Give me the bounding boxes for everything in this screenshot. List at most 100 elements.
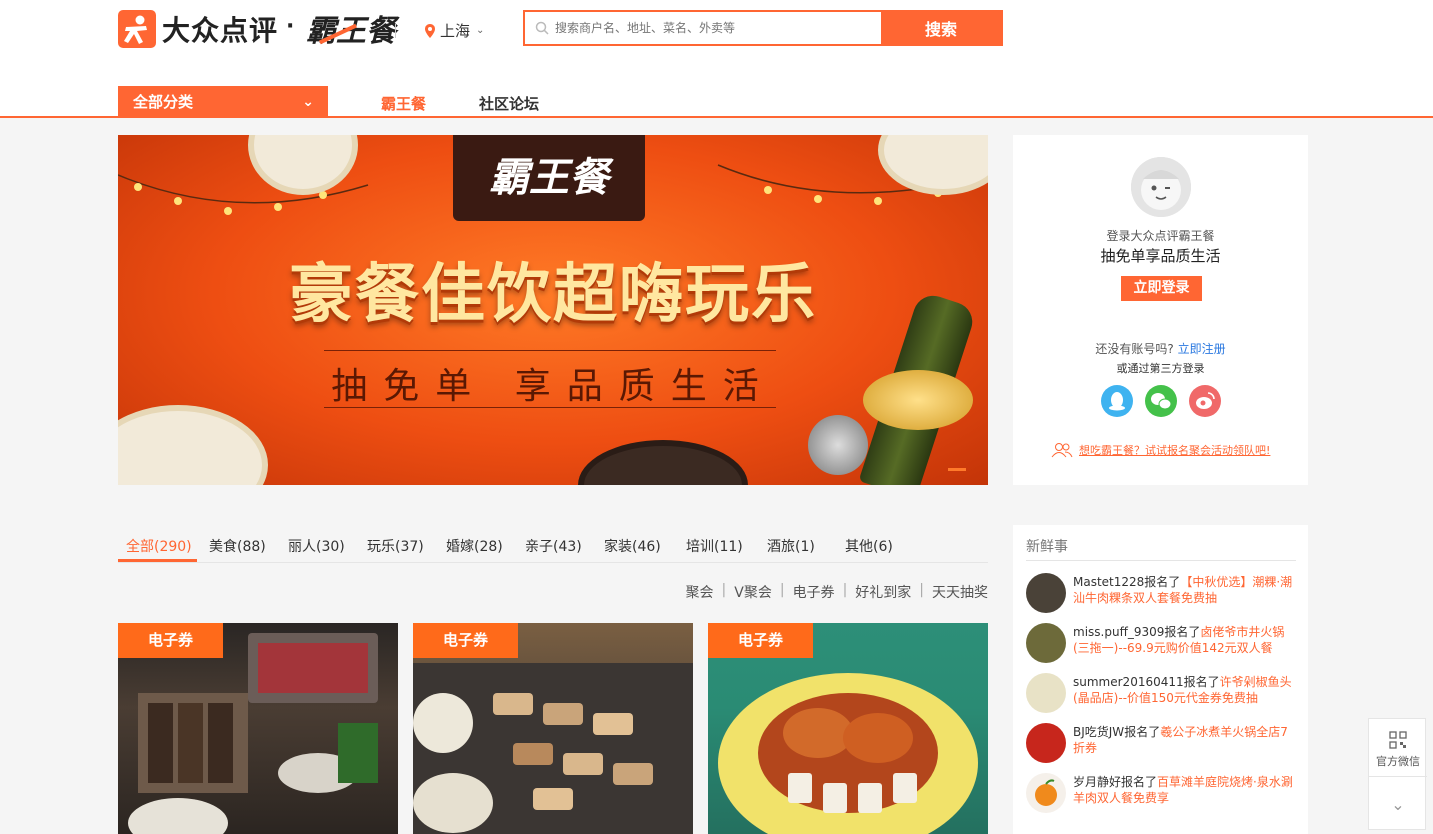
news-item[interactable]: miss.puff_9309报名了卤佬爷市井火锅(三拖一)--69.9元购价值1… xyxy=(1026,623,1296,667)
banner-bawangcan-sign: 霸王餐 xyxy=(453,135,645,221)
all-categories-menu[interactable]: 全部分类 ⌄ xyxy=(118,86,328,118)
no-account-text: 还没有账号吗? xyxy=(1095,342,1174,356)
third-party-login-label: 或通过第三方登录 xyxy=(1116,362,1205,375)
gift-bow-decoration xyxy=(863,370,973,430)
city-name: 上海 xyxy=(440,22,471,40)
banner-headline: 豪餐佳饮超嗨玩乐 xyxy=(289,258,817,332)
user-avatar xyxy=(1026,723,1066,763)
filter-separator: | xyxy=(842,582,848,598)
news-user[interactable]: summer20160411 xyxy=(1073,675,1184,689)
filter-party[interactable]: 聚会 xyxy=(686,582,714,602)
header-divider xyxy=(395,24,396,38)
login-prompt-line2: 抽免单享品质生活 xyxy=(1100,247,1221,265)
tab-other[interactable]: 其他(6) xyxy=(845,536,893,556)
deal-card[interactable]: 电子券 xyxy=(708,623,988,834)
tab-wedding[interactable]: 婚嫁(28) xyxy=(446,536,503,556)
register-link[interactable]: 立即注册 xyxy=(1178,342,1226,356)
news-action: 报名了 xyxy=(1144,575,1181,589)
news-feed-panel: 新鲜事 Mastet1228报名了【中秋优选】潮粿·潮汕牛肉粿条双人套餐免费抽 … xyxy=(1013,525,1308,834)
deal-card[interactable]: 电子券 xyxy=(413,623,693,834)
news-item-text: Mastet1228报名了【中秋优选】潮粿·潮汕牛肉粿条双人套餐免费抽 xyxy=(1073,574,1298,606)
scroll-down-chevron-icon[interactable]: ⌄ xyxy=(1369,779,1427,831)
tab-food[interactable]: 美食(88) xyxy=(209,536,266,556)
tab-travel[interactable]: 酒旅(1) xyxy=(767,536,815,556)
news-user[interactable]: BJ吃货JW xyxy=(1073,725,1124,739)
qr-code-icon xyxy=(1389,731,1407,749)
group-leader-tip-text: 想吃霸王餐？试试报名聚会活动领队吧! xyxy=(1079,444,1271,457)
search-button[interactable]: 搜索 xyxy=(881,12,1001,44)
news-user[interactable]: 岁月静好 xyxy=(1073,775,1121,789)
plate-decoration xyxy=(118,405,268,485)
banner-subline: 抽免单 享品质生活 xyxy=(331,366,775,407)
category-tabs: 全部(290) 美食(88) 丽人(30) 玩乐(37) 婚嫁(28) 亲子(4… xyxy=(118,533,988,563)
news-user[interactable]: Mastet1228 xyxy=(1073,575,1144,589)
divider xyxy=(1026,560,1296,561)
user-avatar xyxy=(1026,673,1066,713)
chevron-down-icon: ⌄ xyxy=(476,25,485,36)
news-item-text: BJ吃货JW报名了羲公子冰煮羊火锅全店7折券 xyxy=(1073,724,1298,756)
register-prompt: 还没有账号吗? 立即注册 xyxy=(1013,340,1308,357)
logo-bawangcan[interactable]: 霸王餐 xyxy=(306,6,396,50)
deal-card[interactable]: 电子券 xyxy=(118,623,398,834)
news-feed-title: 新鲜事 xyxy=(1026,539,1068,555)
search-box[interactable] xyxy=(525,12,881,44)
news-action: 报名了 xyxy=(1183,675,1220,689)
chevron-down-icon: ⌄ xyxy=(302,94,314,110)
news-item-text: miss.puff_9309报名了卤佬爷市井火锅(三拖一)--69.9元购价值1… xyxy=(1073,624,1298,656)
filter-v-party[interactable]: V聚会 xyxy=(734,582,772,602)
e-voucher-badge: 电子券 xyxy=(413,623,518,658)
news-user[interactable]: miss.puff_9309 xyxy=(1073,625,1164,639)
city-selector[interactable]: 上海 ⌄ xyxy=(424,20,484,41)
filter-separator: | xyxy=(721,582,727,598)
logo-dot: · xyxy=(286,14,295,39)
official-wechat-button[interactable]: 官方微信 xyxy=(1369,719,1427,777)
news-item[interactable]: 岁月静好报名了百草滩羊庭院烧烤·泉水涮羊肉双人餐免费享 xyxy=(1026,773,1296,817)
dianping-logo-icon[interactable] xyxy=(118,10,156,48)
tab-all[interactable]: 全部(290) xyxy=(126,536,192,556)
orange-fruit-icon xyxy=(1035,779,1057,806)
tab-family[interactable]: 亲子(43) xyxy=(525,536,582,556)
user-avatar xyxy=(1026,773,1066,813)
tab-training[interactable]: 培训(11) xyxy=(686,536,743,556)
microphone-decoration xyxy=(808,415,868,475)
promo-banner[interactable]: 霸王餐 豪餐佳饮超嗨玩乐 抽免单 享品质生活 xyxy=(118,135,988,485)
filter-links: 聚会 | V聚会 | 电子券 | 好礼到家 | 天天抽奖 xyxy=(686,582,988,602)
wechat-login-icon[interactable] xyxy=(1145,385,1177,417)
news-item-text: summer20160411报名了许爷剁椒鱼头(晶品店)--价值150元代金券免… xyxy=(1073,674,1298,706)
search-icon xyxy=(535,21,549,35)
nav-bawangcan[interactable]: 霸王餐 xyxy=(381,93,426,114)
banner-rule-top xyxy=(324,350,776,351)
active-tab-underline xyxy=(118,559,197,562)
qq-login-icon[interactable] xyxy=(1101,385,1133,417)
filter-separator: | xyxy=(779,582,785,598)
news-item[interactable]: BJ吃货JW报名了羲公子冰煮羊火锅全店7折券 xyxy=(1026,723,1296,767)
nav-community-forum[interactable]: 社区论坛 xyxy=(479,93,539,114)
login-button[interactable]: 立即登录 xyxy=(1121,276,1202,301)
user-avatar xyxy=(1026,573,1066,613)
filter-gift-delivery[interactable]: 好礼到家 xyxy=(855,582,911,602)
news-action: 报名了 xyxy=(1121,775,1158,789)
news-item[interactable]: Mastet1228报名了【中秋优选】潮粿·潮汕牛肉粿条双人套餐免费抽 xyxy=(1026,573,1296,617)
filter-separator: | xyxy=(919,582,924,598)
carousel-indicator[interactable] xyxy=(948,468,966,471)
user-avatar xyxy=(1026,623,1066,663)
people-group-icon xyxy=(1051,443,1073,458)
e-voucher-badge: 电子券 xyxy=(118,623,223,658)
filter-daily-draw[interactable]: 天天抽奖 xyxy=(932,582,988,602)
floating-widget: 官方微信 ⌄ xyxy=(1368,718,1427,831)
logo-text[interactable]: 大众点评 xyxy=(162,9,278,49)
news-item[interactable]: summer20160411报名了许爷剁椒鱼头(晶品店)--价值150元代金券免… xyxy=(1026,673,1296,717)
filter-e-voucher[interactable]: 电子券 xyxy=(793,582,835,602)
default-avatar-icon xyxy=(1131,157,1191,217)
weibo-login-icon[interactable] xyxy=(1189,385,1221,417)
login-prompt-line1: 登录大众点评霸王餐 xyxy=(1106,229,1215,243)
tab-beauty[interactable]: 丽人(30) xyxy=(288,536,345,556)
news-item-text: 岁月静好报名了百草滩羊庭院烧烤·泉水涮羊肉双人餐免费享 xyxy=(1073,774,1298,806)
e-voucher-badge: 电子券 xyxy=(708,623,813,658)
lobster-dish-decoration xyxy=(578,440,748,485)
tab-home-decor[interactable]: 家装(46) xyxy=(604,536,661,556)
search-input[interactable] xyxy=(555,21,875,35)
top-header: 大众点评 · 霸王餐 上海 ⌄ 搜索 全部分类 ⌄ 霸王餐 社区论坛 xyxy=(0,0,1433,118)
tab-entertainment[interactable]: 玩乐(37) xyxy=(367,536,424,556)
group-leader-tip[interactable]: 想吃霸王餐？试试报名聚会活动领队吧! xyxy=(1051,442,1270,458)
